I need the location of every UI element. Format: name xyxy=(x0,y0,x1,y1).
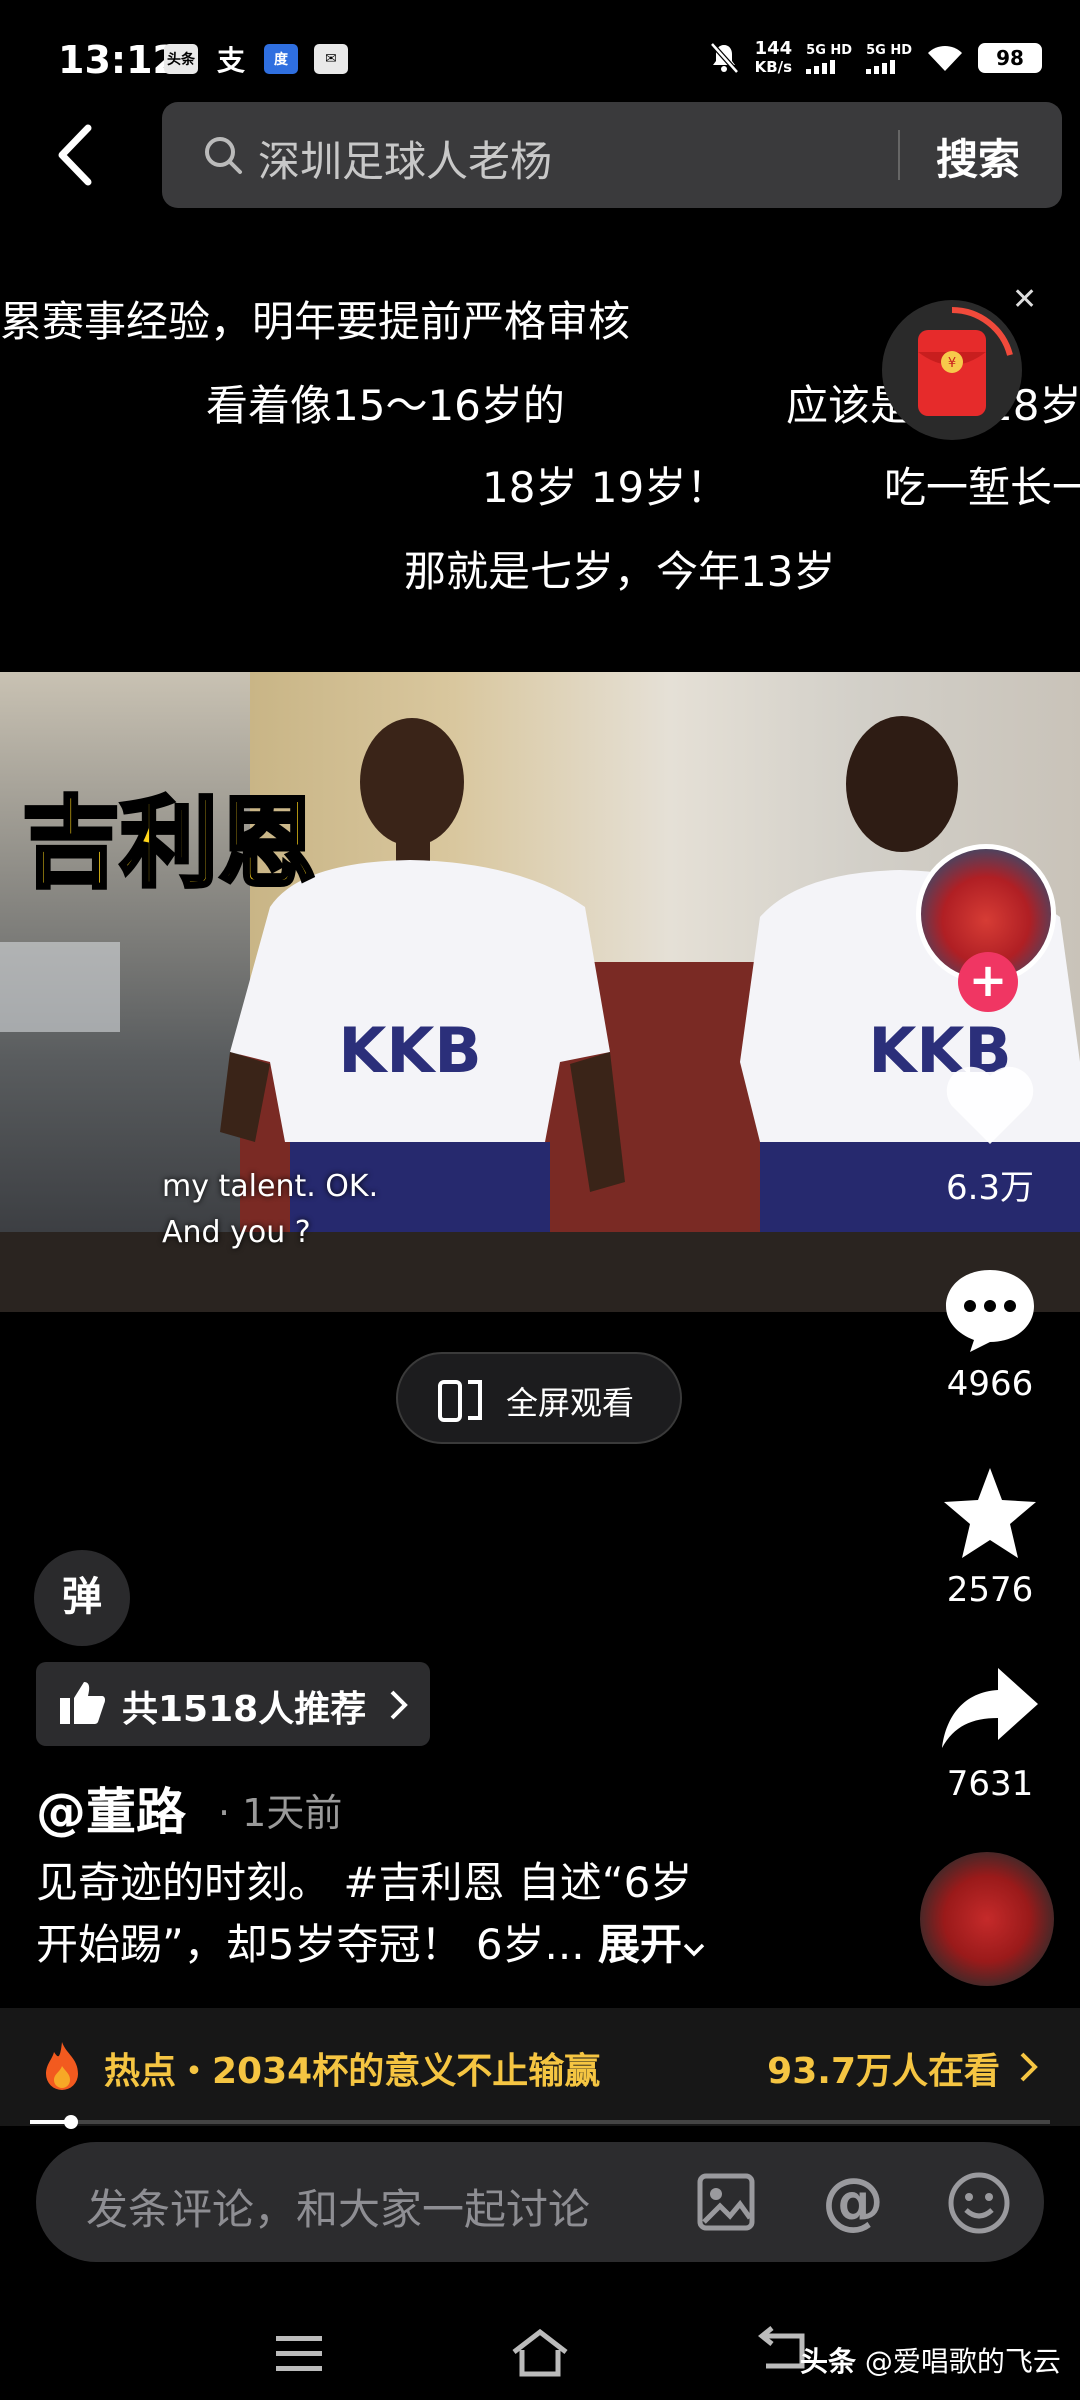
signal-2-label: 5G HD xyxy=(866,42,912,58)
video-progress-bar[interactable] xyxy=(30,2115,1050,2129)
video-subtitle-line: And you ? xyxy=(162,1215,311,1250)
at-mention-icon[interactable]: @ xyxy=(820,2170,886,2236)
video-subtitle-line: my talent. OK. xyxy=(162,1169,379,1204)
watermark-user: @爱唱歌的飞云 xyxy=(864,2345,1061,2378)
fire-icon xyxy=(46,2042,78,2090)
signal-bars-icon xyxy=(806,58,836,74)
share-button[interactable]: 7631 xyxy=(930,1664,1050,1804)
video-subtitle: my talent. OK. And you ? xyxy=(162,1164,378,1256)
search-button[interactable]: 搜索 xyxy=(936,126,1020,187)
hot-viewer-count: 93.7万人在看 xyxy=(767,2051,1000,2092)
signal-bars-icon xyxy=(866,58,896,74)
share-arrow-icon xyxy=(942,1668,1038,1748)
fullscreen-label: 全屏观看 xyxy=(506,1384,635,1422)
signal-1-label: 5G HD xyxy=(806,42,853,58)
alipay-app-icon: 支 xyxy=(216,44,245,77)
recommend-label: 共1518人推荐 xyxy=(122,1689,367,1730)
danmaku-comment: 那就是七岁，今年13岁 xyxy=(404,547,836,596)
video-overlay-name: 吉利恩 xyxy=(20,785,318,903)
chevron-right-icon xyxy=(1020,2052,1038,2082)
thumbs-up-icon xyxy=(60,1682,106,1724)
red-packet-icon: ¥ xyxy=(918,307,1013,416)
danmaku-comment: 吃一堑长一 xyxy=(884,463,1080,512)
rotate-screen-icon xyxy=(438,1380,482,1422)
description-line: 见奇迹的时刻。 #吉利恩 自述“6岁 xyxy=(36,1858,693,1907)
comment-button[interactable]: 4966 xyxy=(930,1264,1050,1404)
network-speed-unit: KB/s xyxy=(754,58,793,76)
home-icon[interactable] xyxy=(510,2328,570,2378)
danmaku-comment: 看着像15～16岁的 xyxy=(206,381,565,430)
signal-2: 5G HD xyxy=(866,43,912,74)
network-speed: 144 KB/s xyxy=(754,38,793,77)
back-button[interactable] xyxy=(50,120,110,190)
follow-button[interactable]: + xyxy=(958,952,1018,1012)
comment-input[interactable]: 发条评论，和大家一起讨论 xyxy=(86,2176,590,2237)
post-description: 见奇迹的时刻。 #吉利恩 自述“6岁 开始踢”，却5岁夺冠！ 6岁... 展开 xyxy=(36,1852,896,1976)
favorite-button[interactable]: 2576 xyxy=(930,1464,1050,1610)
toutiao-app-icon: 头条 xyxy=(164,44,198,74)
fullscreen-button[interactable]: 全屏观看 xyxy=(396,1352,682,1444)
status-time: 13:12 xyxy=(58,38,179,82)
status-app-icons: 头条 支 度 ✉ xyxy=(164,44,348,77)
battery-indicator: 98 xyxy=(978,43,1042,73)
chevron-left-icon xyxy=(58,124,92,186)
mute-bell-icon xyxy=(709,42,739,74)
status-indicators: 144 KB/s 5G HD 5G HD 98 xyxy=(707,40,1042,76)
watermark-brand: 头条 xyxy=(800,2345,857,2378)
recommend-button[interactable]: 共1518人推荐 xyxy=(36,1662,430,1746)
hot-topic-bar[interactable]: 热点・2034杯的意义不止输赢 93.7万人在看 xyxy=(0,2008,1080,2126)
status-bar: 13:12 头条 支 度 ✉ 144 KB/s 5G HD 5G HD 98 xyxy=(0,0,1080,96)
hot-topic-text: 热点・2034杯的意义不止输赢 xyxy=(104,2051,601,2092)
svg-text:@: @ xyxy=(822,2170,884,2236)
danmaku-comment: 累赛事经验，明年要提前严格审核 xyxy=(0,297,631,346)
expand-button[interactable]: 展开 xyxy=(598,1920,682,1969)
post-time: · 1天前 xyxy=(218,1791,343,1835)
red-packet-widget[interactable]: ¥ xyxy=(882,300,1022,440)
comment-count: 4966 xyxy=(946,1364,1034,1404)
network-speed-value: 144 xyxy=(754,38,793,59)
music-disc[interactable] xyxy=(920,1852,1054,1986)
search-bar[interactable]: 深圳足球人老杨 搜索 xyxy=(162,102,1062,208)
danmaku-comment: 18岁 19岁！ xyxy=(482,463,729,512)
svg-text:KKB: KKB xyxy=(338,1014,481,1087)
search-icon xyxy=(205,137,242,174)
close-icon[interactable]: ✕ xyxy=(1012,282,1037,317)
wifi-icon xyxy=(928,45,962,71)
menu-icon[interactable] xyxy=(274,2334,324,2374)
progress-handle[interactable] xyxy=(63,2115,78,2129)
message-app-icon: ✉ xyxy=(314,44,348,74)
share-count: 7631 xyxy=(946,1764,1034,1804)
watermark: 头条 @爱唱歌的飞云 xyxy=(800,2340,1061,2380)
description-line: 开始踢”，却5岁夺冠！ 6岁... xyxy=(36,1920,585,1969)
search-divider xyxy=(898,130,900,180)
video-player[interactable]: KKB KKB 吉利恩 my talent. OK. And you ? xyxy=(0,672,1080,1312)
heart-icon xyxy=(946,1066,1034,1144)
chevron-right-icon xyxy=(390,1690,408,1720)
baidu-app-icon: 度 xyxy=(264,44,298,74)
post-time-value: 1天前 xyxy=(242,1791,343,1835)
emoji-icon[interactable] xyxy=(946,2170,1012,2236)
svg-text:¥: ¥ xyxy=(948,356,956,371)
like-count: 6.3万 xyxy=(945,1168,1035,1208)
description-line-2: 开始踢”，却5岁夺冠！ 6岁... 展开 xyxy=(36,1914,896,1976)
search-input[interactable]: 深圳足球人老杨 xyxy=(258,128,552,189)
favorite-count: 2576 xyxy=(946,1570,1034,1610)
star-icon xyxy=(944,1468,1036,1558)
danmaku-toggle-button[interactable]: 弹 xyxy=(34,1550,130,1646)
chevron-down-icon[interactable] xyxy=(682,1941,706,1959)
author-name[interactable]: @董路 xyxy=(36,1772,186,1844)
comment-bubble-icon xyxy=(946,1270,1034,1352)
like-button[interactable]: 6.3万 xyxy=(930,1060,1050,1209)
signal-1: 5G HD xyxy=(806,43,852,74)
comment-input-bar[interactable]: 发条评论，和大家一起讨论 @ xyxy=(36,2142,1044,2262)
image-icon[interactable] xyxy=(696,2172,756,2232)
